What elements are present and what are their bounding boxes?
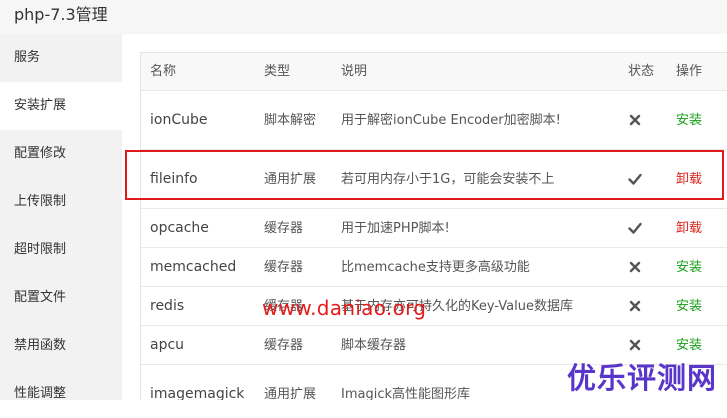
header-action: 操作 — [676, 64, 703, 79]
sidebar-item-timeout-limit[interactable]: 超时限制 — [0, 226, 122, 274]
install-button[interactable]: 安装 — [676, 248, 726, 286]
ext-desc: 若可用内存小于1G，可能会安装不上 — [341, 171, 555, 187]
uninstall-button[interactable]: 卸载 — [676, 209, 726, 247]
sidebar-item-upload-limit[interactable]: 上传限制 — [0, 178, 122, 226]
uninstall-button[interactable]: 卸载 — [676, 150, 726, 208]
status-cell — [628, 287, 668, 325]
header-status: 状态 — [628, 64, 655, 79]
times-icon — [629, 339, 641, 351]
ext-name: memcached — [150, 258, 237, 275]
watermark-brand: 优乐评测网 — [567, 361, 718, 395]
ext-type: 脚本解密 — [264, 112, 317, 128]
sidebar: 服务 安装扩展 配置修改 上传限制 超时限制 配置文件 禁用函数 性能调整 — [0, 34, 122, 401]
header-name: 名称 — [150, 64, 177, 79]
table-row: memcached 缓存器 比memcache支持更多高级功能 安装 — [141, 248, 727, 287]
check-icon — [628, 222, 642, 234]
table-header: 名称 类型 说明 状态 操作 — [141, 53, 727, 91]
extensions-table: 名称 类型 说明 状态 操作 ionCube 脚本解密 用于解密ionCube … — [140, 52, 727, 400]
status-cell — [628, 209, 668, 247]
status-cell — [628, 248, 668, 286]
sidebar-item-performance-tuning[interactable]: 性能调整 — [0, 370, 122, 418]
ext-type: 缓存器 — [264, 220, 304, 236]
table-row: fileinfo 通用扩展 若可用内存小于1G，可能会安装不上 卸载 — [141, 150, 727, 209]
table-row: redis 缓存器 基于内存亦可持久化的Key-Value数据库 安装 — [141, 287, 727, 326]
ext-type: 通用扩展 — [264, 171, 317, 187]
times-icon — [629, 261, 641, 273]
ext-desc: 用于加速PHP脚本! — [341, 220, 450, 236]
status-cell — [628, 91, 668, 149]
title-bar: php-7.3管理 — [0, 0, 727, 34]
sidebar-item-config-file[interactable]: 配置文件 — [0, 274, 122, 322]
times-icon — [629, 300, 641, 312]
ext-type: 通用扩展 — [264, 387, 317, 400]
times-icon — [629, 114, 641, 126]
table-row: ionCube 脚本解密 用于解密ionCube Encoder加密脚本! 安装 — [141, 91, 727, 150]
sidebar-item-service[interactable]: 服务 — [0, 34, 122, 82]
table-row: opcache 缓存器 用于加速PHP脚本! 卸载 — [141, 209, 727, 248]
ext-desc: 用于解密ionCube Encoder加密脚本! — [341, 112, 561, 128]
ext-name: imagemagick — [150, 386, 245, 400]
header-type: 类型 — [264, 64, 291, 79]
header-desc: 说明 — [341, 64, 368, 79]
install-button[interactable]: 安装 — [676, 287, 726, 325]
ext-name: redis — [150, 297, 185, 314]
ext-name: apcu — [150, 336, 185, 353]
watermark-url: www.daniao.org — [262, 296, 427, 320]
sidebar-item-config-edit[interactable]: 配置修改 — [0, 130, 122, 178]
install-button[interactable]: 安装 — [676, 91, 726, 149]
ext-type: 缓存器 — [264, 259, 304, 275]
ext-type: 缓存器 — [264, 337, 304, 353]
sidebar-item-disabled-functions[interactable]: 禁用函数 — [0, 322, 122, 370]
main-content: 名称 类型 说明 状态 操作 ionCube 脚本解密 用于解密ionCube … — [122, 34, 727, 400]
window-title: php-7.3管理 — [14, 5, 108, 24]
ext-name: fileinfo — [150, 170, 198, 187]
ext-name: opcache — [150, 219, 209, 236]
ext-name: ionCube — [150, 111, 208, 128]
ext-desc: 比memcache支持更多高级功能 — [341, 259, 530, 275]
check-icon — [628, 173, 642, 185]
status-cell — [628, 150, 668, 208]
sidebar-item-install-extension[interactable]: 安装扩展 — [0, 82, 122, 130]
